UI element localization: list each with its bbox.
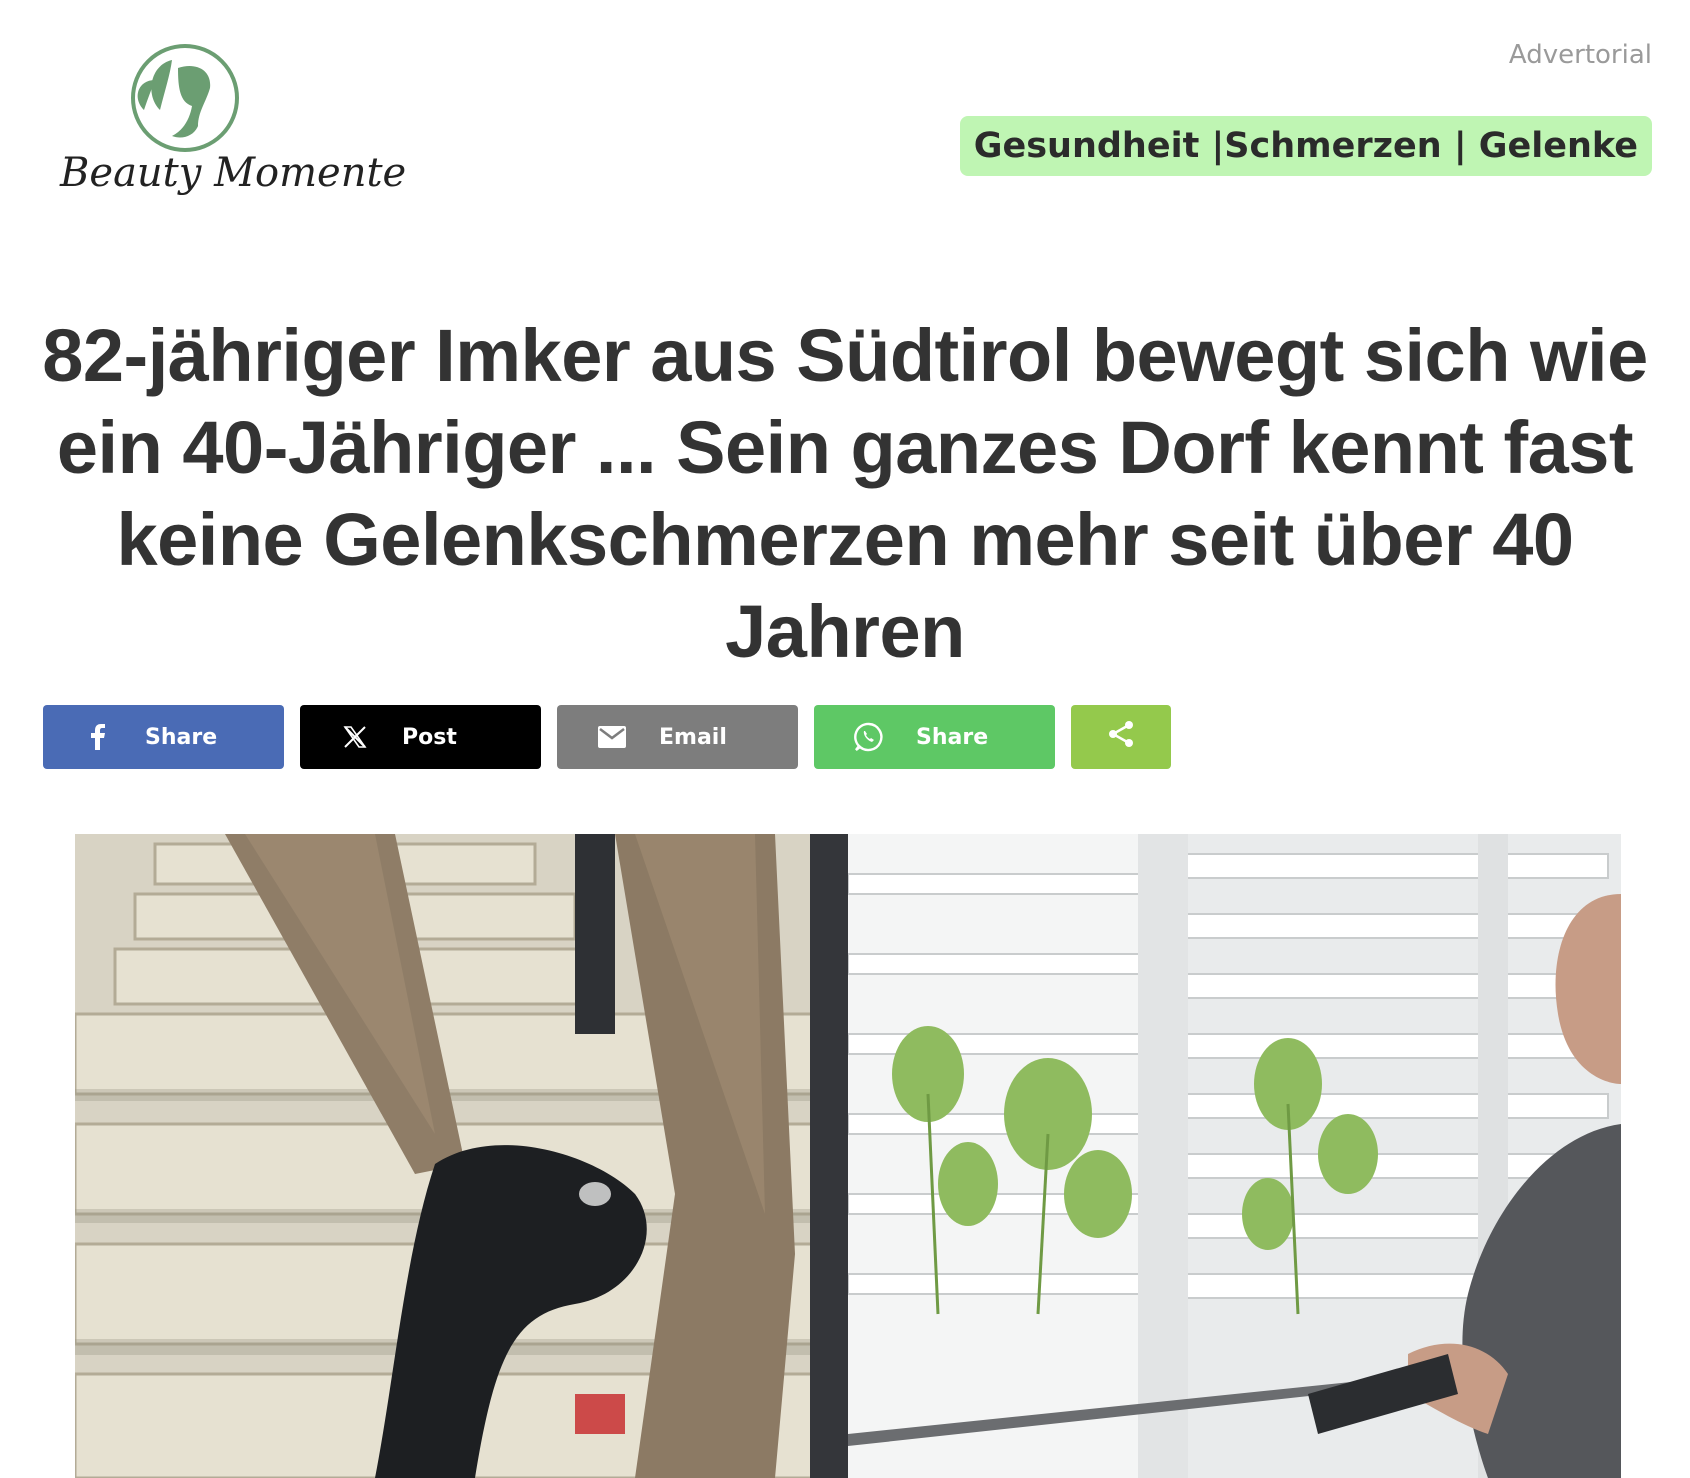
leaf-face-logo-icon xyxy=(131,44,239,152)
email-share-button[interactable]: Email xyxy=(557,705,798,769)
article-headline: 82-jähriger Imker aus Südtirol bewegt si… xyxy=(42,314,1648,673)
hero-images xyxy=(75,834,1621,1478)
sharethis-button[interactable] xyxy=(1071,705,1171,769)
whatsapp-share-label: Share xyxy=(916,724,989,750)
share-icon xyxy=(1107,720,1135,754)
x-post-button[interactable]: Post xyxy=(300,705,541,769)
email-icon xyxy=(557,726,667,748)
stairs-walking-image xyxy=(75,834,848,1478)
facebook-share-button[interactable]: Share xyxy=(43,705,284,769)
page-header: Beauty Momente Advertorial Gesundheit |S… xyxy=(0,0,1690,270)
x-icon xyxy=(300,725,410,749)
brand-logo-text: Beauty Momente xyxy=(60,150,407,196)
advertorial-label: Advertorial xyxy=(1508,40,1652,70)
facebook-icon xyxy=(43,724,153,750)
facebook-share-label: Share xyxy=(145,724,218,750)
whatsapp-icon xyxy=(814,722,924,752)
x-post-label: Post xyxy=(402,724,457,750)
category-badge[interactable]: Gesundheit |Schmerzen | Gelenke xyxy=(959,116,1652,176)
share-bar: Share Post Email Share xyxy=(43,705,1171,769)
whatsapp-share-button[interactable]: Share xyxy=(814,705,1055,769)
brand-logo[interactable]: Beauty Momente xyxy=(60,40,407,220)
man-stretching-window-image xyxy=(848,834,1621,1478)
email-share-label: Email xyxy=(659,724,727,750)
